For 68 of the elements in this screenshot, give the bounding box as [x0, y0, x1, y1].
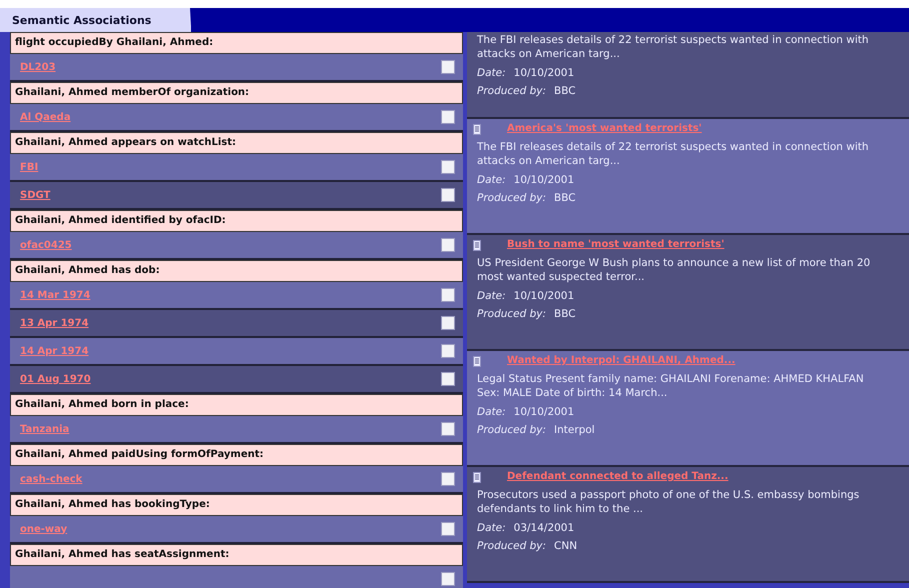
- association-header: Ghailani, Ahmed identified by ofacID:: [10, 210, 463, 232]
- producer-label: Produced by:: [477, 192, 546, 204]
- article-snippet: The FBI releases details of 22 terrorist suspects wanted in connection with attacks on American targ...: [477, 140, 870, 168]
- checkbox[interactable]: [441, 572, 455, 586]
- date-text: 03/14/2001: [514, 522, 574, 534]
- checkbox[interactable]: [441, 110, 455, 124]
- value-link[interactable]: 01 Aug 1970: [20, 374, 91, 384]
- producer-text: Interpol: [554, 424, 595, 436]
- value-link[interactable]: 14 Mar 1974: [20, 290, 90, 300]
- association-header: Ghailani, Ahmed born in place:: [10, 394, 463, 416]
- article-title-link[interactable]: Defendant connected to alleged Tanz...: [507, 471, 728, 482]
- value-link[interactable]: DL203: [20, 62, 56, 72]
- checkbox[interactable]: [441, 472, 455, 486]
- date-label: Date:: [477, 522, 506, 534]
- checkbox[interactable]: [441, 60, 455, 74]
- producer-text: BBC: [554, 308, 576, 320]
- checkbox[interactable]: [441, 160, 455, 174]
- tab[interactable]: Semantic Associations: [0, 8, 192, 32]
- value-link[interactable]: ofac0425: [20, 240, 72, 250]
- date-label: Date:: [477, 290, 506, 302]
- date-label: Date:: [477, 67, 506, 79]
- association-header: flight occupiedBy Ghailani, Ahmed:: [10, 32, 463, 54]
- checkbox[interactable]: [441, 238, 455, 252]
- date-text: 10/10/2001: [514, 174, 574, 186]
- checkbox[interactable]: [441, 344, 455, 358]
- association-header: Ghailani, Ahmed paidUsing formOfPayment:: [10, 444, 463, 466]
- value-link[interactable]: one-way: [20, 524, 68, 534]
- article-title-link[interactable]: Wanted by Interpol: GHAILANI, Ahmed...: [507, 355, 736, 366]
- value-link[interactable]: cash-check: [20, 474, 82, 484]
- document-icon: [473, 240, 481, 251]
- producer-label: Produced by:: [477, 308, 546, 320]
- value-link[interactable]: Al Qaeda: [20, 112, 71, 122]
- article-snippet: US President George W Bush plans to announce a new list of more than 20 most wanted suspected terror...: [477, 256, 872, 284]
- checkbox[interactable]: [441, 288, 455, 302]
- value-link[interactable]: 14 Apr 1974: [20, 346, 89, 356]
- date-label: Date:: [477, 174, 506, 186]
- producer-text: CNN: [554, 540, 578, 552]
- document-icon: [473, 472, 481, 483]
- date-label: Date:: [477, 406, 506, 418]
- value-link[interactable]: Tanzania: [20, 424, 70, 434]
- value-link[interactable]: SDGT: [20, 190, 50, 200]
- checkbox[interactable]: [441, 372, 455, 386]
- date-text: 10/10/2001: [514, 290, 574, 302]
- producer-label: Produced by:: [477, 424, 546, 436]
- checkbox[interactable]: [441, 422, 455, 436]
- article-title-link[interactable]: Bush to name 'most wanted terrorists': [507, 239, 724, 250]
- value-link[interactable]: 13 Apr 1974: [20, 318, 89, 328]
- association-header: Ghailani, Ahmed has dob:: [10, 260, 463, 282]
- article-snippet: Legal Status Present family name: GHAILANI Forename: AHMED KHALFAN Sex: MALE Date of birth: 14 March...: [477, 372, 865, 400]
- value-link[interactable]: FBI: [20, 162, 38, 172]
- document-icon: [473, 124, 481, 135]
- checkbox[interactable]: [441, 188, 455, 202]
- checkbox[interactable]: [441, 316, 455, 330]
- producer-text: BBC: [554, 192, 576, 204]
- producer-label: Produced by:: [477, 540, 546, 552]
- date-text: 10/10/2001: [514, 67, 574, 79]
- producer-text: BBC: [554, 85, 576, 97]
- association-header: Ghailani, Ahmed has bookingType:: [10, 494, 463, 516]
- association-header: Ghailani, Ahmed appears on watchList:: [10, 132, 463, 154]
- document-icon: [473, 356, 481, 367]
- article-title-link[interactable]: America's 'most wanted terrorists': [507, 123, 702, 134]
- association-header: Ghailani, Ahmed has seatAssignment:: [10, 544, 463, 566]
- article-snippet: Prosecutors used a passport photo of one of the U.S. embassy bombings defendants to link him to the ...: [477, 488, 860, 516]
- checkbox[interactable]: [441, 522, 455, 536]
- association-header: Ghailani, Ahmed memberOf organization:: [10, 82, 463, 104]
- producer-label: Produced by:: [477, 85, 546, 97]
- date-text: 10/10/2001: [514, 406, 574, 418]
- article-snippet: The FBI releases details of 22 terrorist suspects wanted in connection with attacks on American targ...: [477, 33, 870, 61]
